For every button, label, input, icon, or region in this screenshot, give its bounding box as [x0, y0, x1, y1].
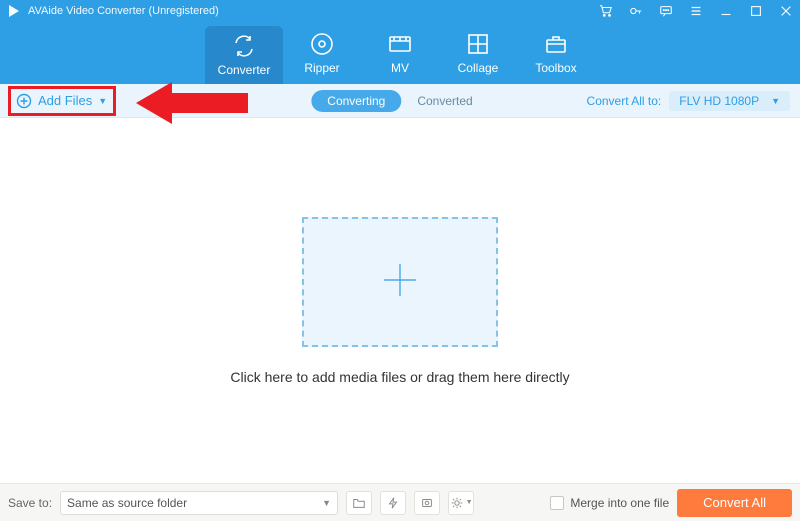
- save-to-value: Same as source folder: [67, 496, 322, 510]
- seg-converting[interactable]: Converting: [311, 90, 401, 112]
- footer: Save to: Same as source folder ▼ ▼ Merge…: [0, 483, 800, 521]
- window-title: AVAide Video Converter (Unregistered): [28, 5, 598, 17]
- seg-converted[interactable]: Converted: [401, 90, 488, 112]
- chevron-down-icon: ▼: [771, 96, 780, 106]
- nav-label: MV: [391, 61, 409, 75]
- maximize-icon[interactable]: [748, 3, 764, 19]
- merge-label: Merge into one file: [570, 496, 669, 510]
- converter-icon: [231, 33, 257, 59]
- drop-hint-text: Click here to add media files or drag th…: [230, 369, 569, 385]
- add-files-label: Add Files: [38, 93, 92, 108]
- speed-button[interactable]: [380, 491, 406, 515]
- plus-icon: [380, 260, 420, 303]
- main-nav: Converter Ripper MV Collage Toolbox: [0, 22, 800, 84]
- chevron-down-icon: ▼: [322, 498, 331, 508]
- close-icon[interactable]: [778, 3, 794, 19]
- window-controls: [598, 3, 794, 19]
- collage-icon: [465, 31, 491, 57]
- save-to-label: Save to:: [8, 496, 52, 510]
- nav-label: Ripper: [304, 61, 339, 75]
- chevron-down-icon: ▼: [466, 499, 473, 506]
- menu-icon[interactable]: [688, 3, 704, 19]
- minimize-icon[interactable]: [718, 3, 734, 19]
- mv-icon: [387, 31, 413, 57]
- drop-zone[interactable]: [302, 217, 498, 347]
- plus-circle-icon: [16, 93, 32, 109]
- output-format-select[interactable]: FLV HD 1080P ▼: [669, 91, 790, 111]
- cart-icon[interactable]: [598, 3, 614, 19]
- toolbar: Add Files ▼ Converting Converted Convert…: [0, 84, 800, 118]
- tab-converter[interactable]: Converter: [205, 26, 283, 84]
- gpu-button[interactable]: [414, 491, 440, 515]
- chevron-down-icon: ▼: [98, 96, 107, 106]
- tab-toolbox[interactable]: Toolbox: [517, 22, 595, 84]
- feedback-icon[interactable]: [658, 3, 674, 19]
- key-icon[interactable]: [628, 3, 644, 19]
- ripper-icon: [309, 31, 335, 57]
- convert-all-button[interactable]: Convert All: [677, 489, 792, 517]
- tab-mv[interactable]: MV: [361, 22, 439, 84]
- output-format-value: FLV HD 1080P: [679, 94, 759, 108]
- nav-label: Toolbox: [535, 61, 576, 75]
- checkbox-icon: [550, 496, 564, 510]
- nav-label: Collage: [458, 61, 499, 75]
- tab-collage[interactable]: Collage: [439, 22, 517, 84]
- nav-label: Converter: [218, 63, 271, 77]
- tab-ripper[interactable]: Ripper: [283, 22, 361, 84]
- convert-all-to-label: Convert All to:: [587, 94, 662, 108]
- status-segmented: Converting Converted: [311, 90, 488, 112]
- add-files-button[interactable]: Add Files ▼: [0, 84, 119, 117]
- convert-all-to: Convert All to: FLV HD 1080P ▼: [587, 91, 800, 111]
- save-to-select[interactable]: Same as source folder ▼: [60, 491, 338, 515]
- main-area: Click here to add media files or drag th…: [0, 118, 800, 483]
- settings-button[interactable]: ▼: [448, 491, 474, 515]
- open-folder-button[interactable]: [346, 491, 372, 515]
- merge-checkbox[interactable]: Merge into one file: [550, 496, 669, 510]
- toolbox-icon: [543, 31, 569, 57]
- app-logo-icon: [6, 3, 22, 19]
- titlebar: AVAide Video Converter (Unregistered): [0, 0, 800, 22]
